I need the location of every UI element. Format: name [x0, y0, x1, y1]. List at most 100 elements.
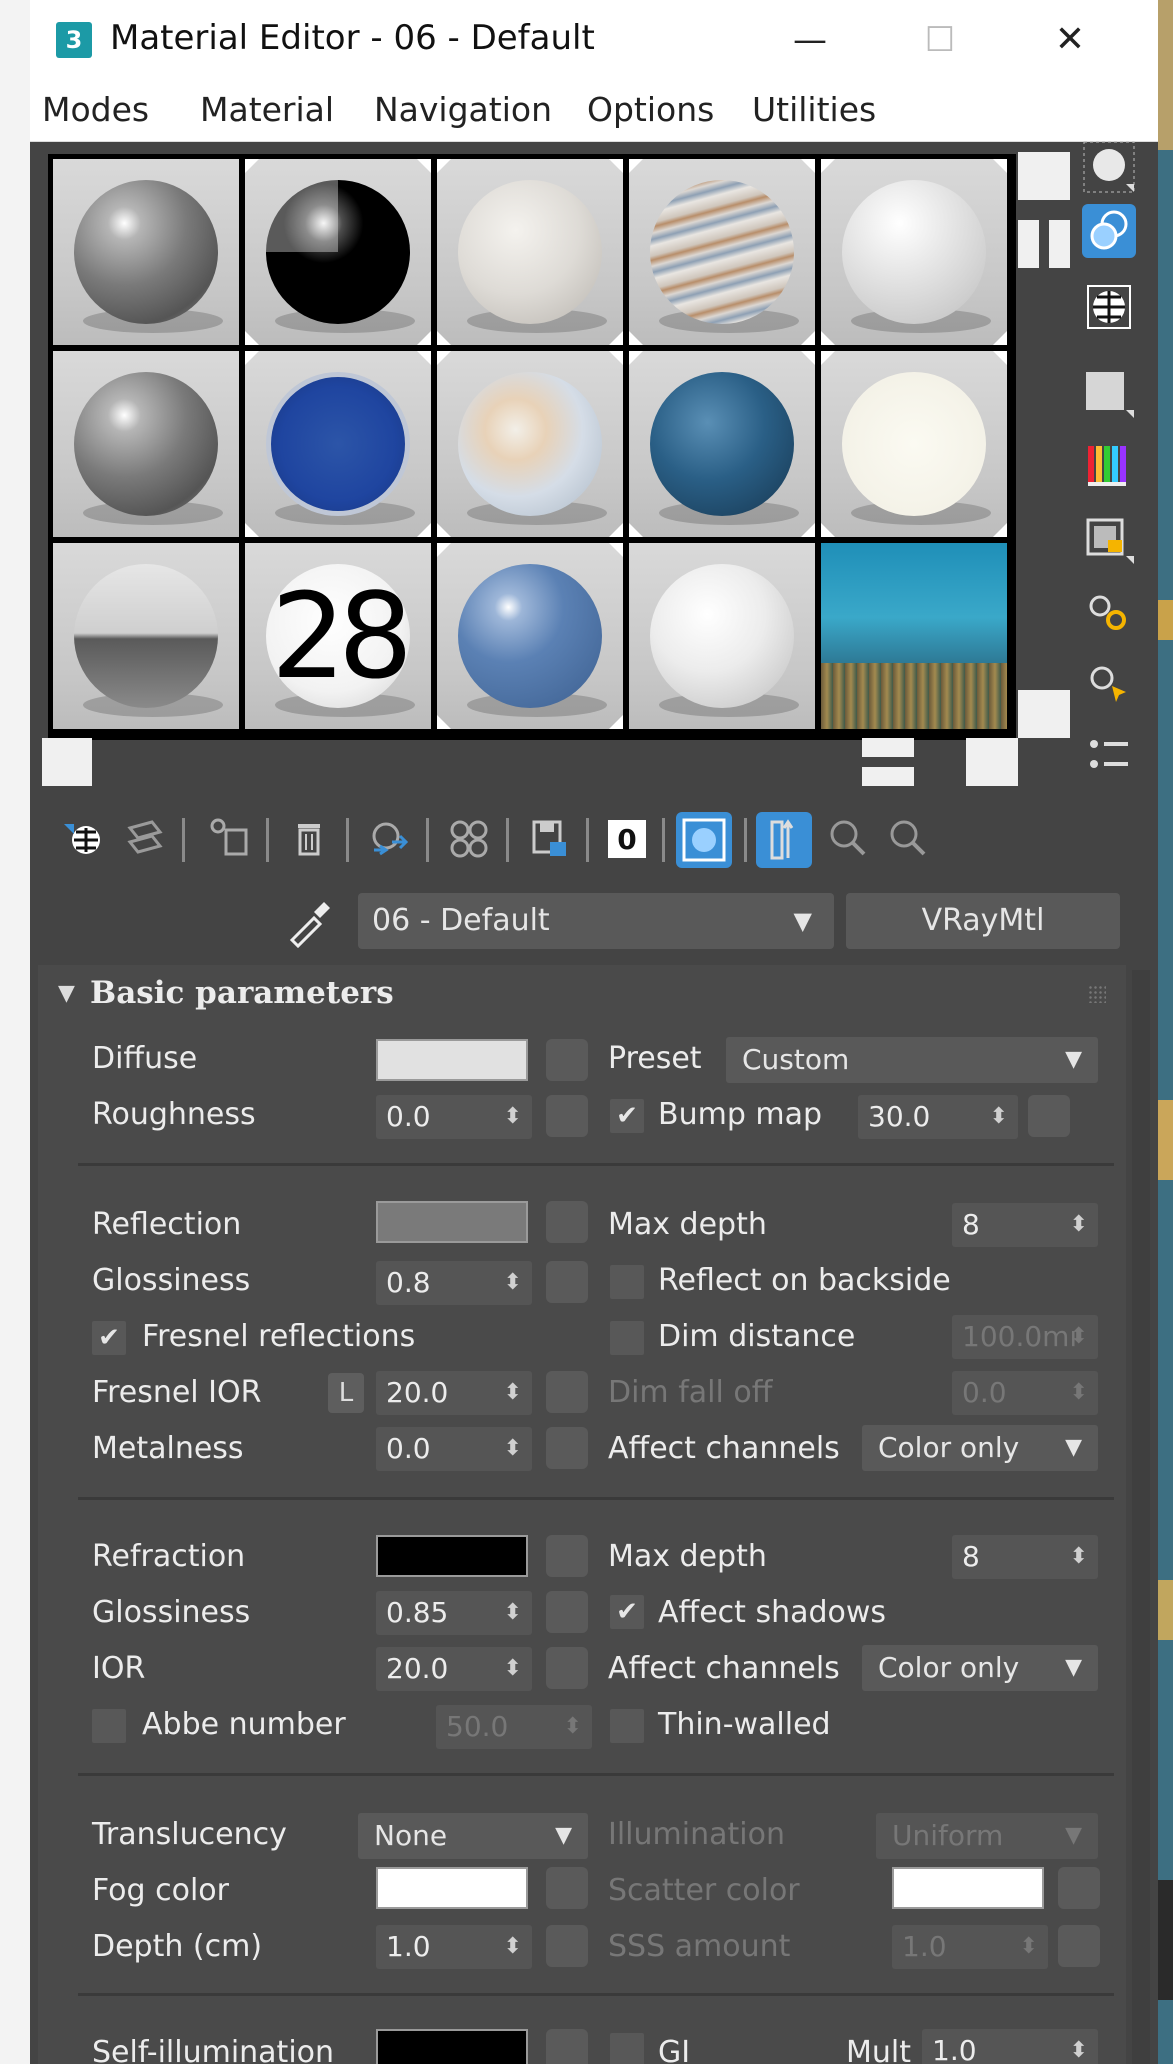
put-to-library-icon[interactable] — [526, 816, 572, 862]
make-material-copy-icon[interactable] — [366, 816, 412, 862]
thin-walled-checkbox[interactable] — [610, 1709, 644, 1743]
affect-shadows-checkbox[interactable]: ✔ — [610, 1595, 644, 1629]
bump-amount-spinner[interactable]: 30.0 ⬍ — [858, 1095, 1018, 1139]
fresnel-reflections-checkbox[interactable]: ✔ — [92, 1321, 126, 1355]
metalness-spinner[interactable]: 0.0 ⬍ — [376, 1427, 532, 1471]
go-to-parent-icon[interactable] — [826, 816, 872, 862]
eyedropper-icon[interactable] — [284, 898, 334, 948]
menu-utilities[interactable]: Utilities — [752, 90, 876, 129]
menu-options[interactable]: Options — [587, 90, 714, 129]
fog-color-map-button[interactable] — [546, 1867, 588, 1909]
select-by-material-icon[interactable] — [1082, 658, 1136, 712]
scatter-color-map-button[interactable] — [1058, 1867, 1100, 1909]
metalness-map-button[interactable] — [546, 1427, 588, 1469]
menu-material[interactable]: Material — [200, 90, 334, 129]
options-icon[interactable] — [1082, 586, 1136, 640]
get-material-icon[interactable] — [60, 816, 106, 862]
go-forward-to-sibling-icon[interactable] — [886, 816, 932, 862]
menu-modes[interactable]: Modes — [42, 90, 149, 129]
refraction-affect-channels-dropdown[interactable]: Color only ▼ — [862, 1645, 1098, 1691]
maximize-button[interactable]: ☐ — [900, 10, 980, 70]
roughness-map-button[interactable] — [546, 1095, 588, 1137]
self-illumination-map-button[interactable] — [546, 2029, 588, 2064]
abbe-number-spinner[interactable]: 50.0 ⬍ — [436, 1705, 592, 1749]
refraction-glossiness-spinner[interactable]: 0.85 ⬍ — [376, 1591, 532, 1635]
sample-slot[interactable]: 28 — [245, 543, 431, 729]
refraction-glossiness-map-button[interactable] — [546, 1591, 588, 1633]
reflection-color-swatch[interactable] — [376, 1201, 528, 1243]
backlight-icon[interactable] — [1082, 204, 1136, 258]
fresnel-ior-lock-button[interactable]: L — [328, 1373, 364, 1413]
minimize-button[interactable]: — — [770, 10, 850, 70]
video-color-check-icon[interactable] — [1082, 438, 1136, 492]
sample-uv-icon[interactable] — [1082, 366, 1136, 420]
dim-falloff-spinner[interactable]: 0.0 ⬍ — [952, 1371, 1098, 1415]
assign-material-to-selection-icon[interactable] — [206, 816, 252, 862]
title-bar[interactable]: 3 Material Editor - 06 - Default — ☐ ✕ — [30, 0, 1158, 80]
ior-map-button[interactable] — [546, 1647, 588, 1689]
roughness-spinner[interactable]: 0.0 ⬍ — [376, 1095, 532, 1139]
reflection-affect-channels-dropdown[interactable]: Color only ▼ — [862, 1425, 1098, 1471]
translucency-dropdown[interactable]: None ▼ — [358, 1813, 588, 1859]
put-material-to-scene-icon[interactable] — [122, 816, 168, 862]
backlight-toggle[interactable] — [1018, 220, 1070, 268]
preset-dropdown[interactable]: Custom ▼ — [726, 1037, 1098, 1083]
material-type-button[interactable]: VRayMtl — [846, 893, 1120, 949]
abbe-number-checkbox[interactable] — [92, 1709, 126, 1743]
sample-slot[interactable] — [437, 159, 623, 345]
reflection-glossiness-spinner[interactable]: 0.8 ⬍ — [376, 1261, 532, 1305]
sample-slot[interactable] — [629, 159, 815, 345]
mult-spinner[interactable]: 1.0 ⬍ — [922, 2029, 1098, 2064]
grip-icon[interactable] — [1088, 985, 1106, 1003]
sample-slot[interactable] — [629, 543, 815, 729]
sample-uv-tiling-toggle[interactable] — [862, 738, 914, 786]
sample-slot[interactable] — [53, 351, 239, 537]
refraction-map-button[interactable] — [546, 1535, 588, 1577]
refraction-color-swatch[interactable] — [376, 1535, 528, 1577]
fog-depth-map-button[interactable] — [546, 1925, 588, 1967]
show-end-result-icon[interactable] — [756, 812, 812, 868]
self-illumination-color-swatch[interactable] — [376, 2029, 528, 2064]
gi-checkbox[interactable] — [610, 2033, 644, 2064]
background-checker-icon[interactable] — [1082, 280, 1136, 334]
make-preview-icon[interactable] — [1082, 512, 1136, 566]
sample-type-swatch[interactable] — [1018, 152, 1070, 200]
fresnel-ior-map-button[interactable] — [546, 1371, 588, 1413]
material-id-channel-icon[interactable]: 0 — [604, 816, 650, 862]
fog-depth-spinner[interactable]: 1.0 ⬍ — [376, 1925, 532, 1969]
bump-map-checkbox[interactable]: ✔ — [610, 1099, 644, 1133]
sample-slot[interactable] — [821, 351, 1007, 537]
scatter-color-swatch[interactable] — [892, 1867, 1044, 1909]
sample-slot-selected[interactable] — [821, 159, 1007, 345]
reflect-on-backside-checkbox[interactable] — [610, 1265, 644, 1299]
sample-slot[interactable] — [821, 543, 1007, 729]
make-unique-icon[interactable] — [446, 816, 492, 862]
reflection-map-button[interactable] — [546, 1201, 588, 1243]
diffuse-color-swatch[interactable] — [376, 1039, 528, 1081]
reflection-max-depth-spinner[interactable]: 8 ⬍ — [952, 1203, 1098, 1247]
menu-navigation[interactable]: Navigation — [374, 90, 552, 129]
sample-slot[interactable] — [437, 351, 623, 537]
material-map-navigator-icon[interactable] — [1082, 730, 1136, 784]
delete-icon[interactable] — [286, 816, 332, 862]
sample-slot[interactable] — [245, 159, 431, 345]
refraction-max-depth-spinner[interactable]: 8 ⬍ — [952, 1535, 1098, 1579]
dim-distance-spinner[interactable]: 100.0mı ⬍ — [952, 1315, 1098, 1359]
sss-amount-map-button[interactable] — [1058, 1925, 1100, 1967]
rollout-scrollbar[interactable] — [1132, 970, 1150, 2064]
diffuse-map-button[interactable] — [546, 1039, 588, 1081]
close-button[interactable]: ✕ — [1030, 10, 1110, 70]
sample-type-sphere-icon[interactable] — [1082, 140, 1136, 194]
bump-map-button[interactable] — [1028, 1095, 1070, 1137]
ior-spinner[interactable]: 20.0 ⬍ — [376, 1647, 532, 1691]
material-name-dropdown[interactable]: 06 - Default ▼ — [358, 893, 834, 949]
illumination-dropdown[interactable]: Uniform ▼ — [876, 1813, 1098, 1859]
sss-amount-spinner[interactable]: 1.0 ⬍ — [892, 1925, 1048, 1969]
sample-slot[interactable] — [53, 543, 239, 729]
show-shaded-in-viewport-icon[interactable] — [676, 812, 732, 868]
sample-slot[interactable] — [53, 159, 239, 345]
reflection-glossiness-map-button[interactable] — [546, 1261, 588, 1303]
sample-slot[interactable] — [437, 543, 623, 729]
sample-slot[interactable] — [629, 351, 815, 537]
fog-color-swatch[interactable] — [376, 1867, 528, 1909]
